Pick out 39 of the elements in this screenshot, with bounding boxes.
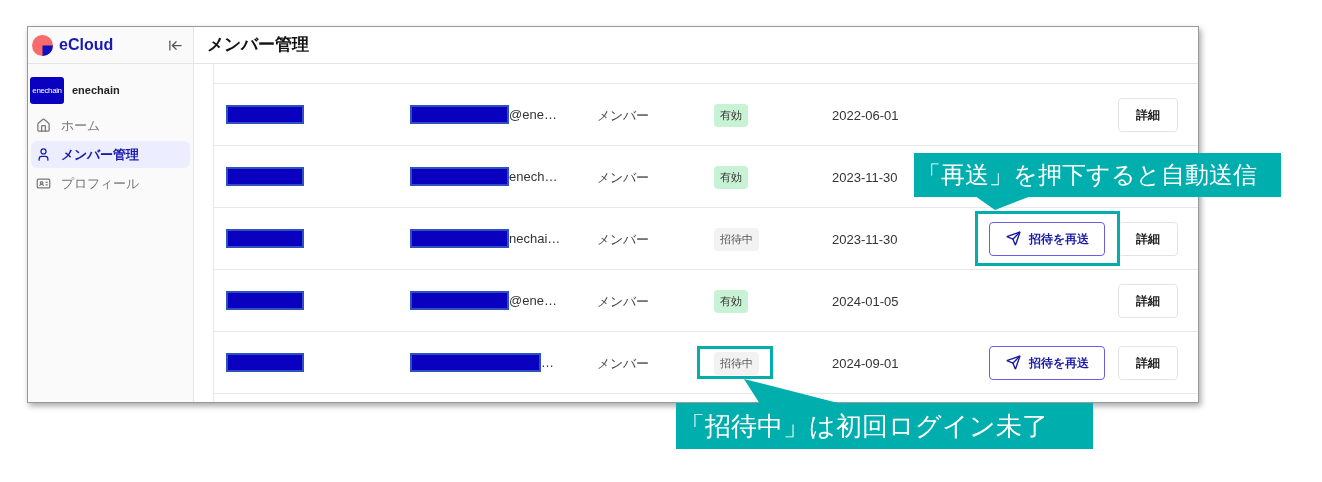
org-name: enechain bbox=[72, 83, 120, 99]
email-text: @ene… bbox=[509, 291, 557, 310]
status-badge: 有効 bbox=[714, 166, 748, 189]
resend-button[interactable]: 招待を再送 bbox=[989, 221, 1105, 256]
logo-icon bbox=[32, 34, 53, 56]
email-text: … bbox=[541, 353, 554, 372]
nav-item[interactable]: メンバー管理 bbox=[31, 141, 190, 168]
detail-button[interactable]: 詳細 bbox=[1118, 283, 1178, 318]
home-icon bbox=[36, 118, 51, 133]
email-text: @ene… bbox=[509, 105, 557, 124]
app-name: eCloud bbox=[59, 35, 114, 55]
role-text: メンバー bbox=[597, 107, 649, 123]
detail-button[interactable]: 詳細 bbox=[1118, 97, 1178, 132]
send-icon bbox=[1005, 231, 1021, 246]
date-text: 2023-11-30 bbox=[832, 169, 898, 185]
email-text: enech… bbox=[509, 167, 558, 186]
role-text: メンバー bbox=[597, 355, 649, 371]
date-text: 2024-09-01 bbox=[832, 355, 899, 371]
org-avatar: enechain bbox=[30, 77, 64, 104]
date-text: 2024-01-05 bbox=[832, 293, 899, 309]
id-card-icon bbox=[36, 176, 51, 191]
detail-button[interactable]: 詳細 bbox=[1118, 345, 1178, 380]
role-text: メンバー bbox=[597, 231, 649, 247]
status-badge: 有効 bbox=[714, 104, 748, 127]
date-text: 2023-11-30 bbox=[832, 231, 898, 247]
page-title: メンバー管理 bbox=[207, 34, 309, 57]
status-badge: 招待中 bbox=[714, 352, 759, 375]
email-text: nechai… bbox=[509, 229, 561, 248]
role-text: メンバー bbox=[597, 169, 649, 185]
date-text: 2022-06-01 bbox=[832, 107, 899, 123]
nav-item[interactable]: プロフィール bbox=[31, 170, 190, 197]
status-badge: 招待中 bbox=[714, 228, 759, 251]
status-badge: 有効 bbox=[714, 290, 748, 313]
resend-button[interactable]: 招待を再送 bbox=[989, 345, 1105, 380]
send-icon bbox=[1005, 355, 1021, 370]
user-icon bbox=[36, 147, 51, 162]
role-text: メンバー bbox=[597, 293, 649, 309]
detail-button[interactable]: 詳細 bbox=[1118, 221, 1178, 256]
nav-item[interactable]: ホーム bbox=[31, 112, 190, 139]
